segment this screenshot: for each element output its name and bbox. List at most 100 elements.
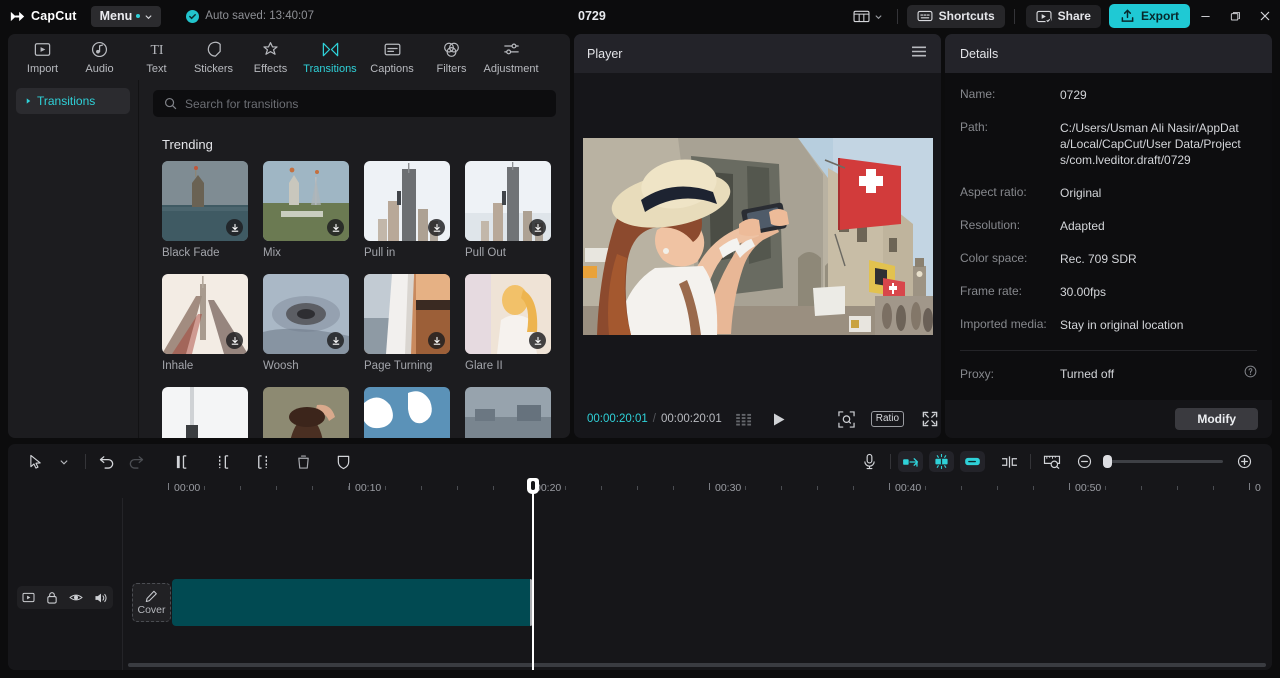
transition-item[interactable]: Pull Out (465, 161, 551, 259)
detail-value: Rec. 709 SDR (1060, 252, 1137, 266)
play-button[interactable] (772, 412, 786, 427)
transition-item[interactable] (162, 387, 248, 438)
search-input[interactable] (185, 96, 538, 111)
transition-thumbnail[interactable] (263, 274, 349, 354)
transition-item[interactable]: Woosh (263, 274, 349, 372)
track-lock-toggle[interactable] (46, 591, 58, 604)
transition-thumbnail[interactable] (465, 161, 551, 241)
category-import[interactable]: Import (14, 35, 71, 79)
timeline-horizontal-scrollbar[interactable] (128, 663, 1266, 667)
undo-button[interactable] (93, 449, 121, 475)
transition-item[interactable]: Page Turning (364, 274, 450, 372)
video-clip[interactable] (172, 579, 533, 626)
download-icon[interactable] (529, 219, 546, 236)
track-thumbnail-toggle[interactable] (22, 592, 35, 603)
sidebar-item-transitions[interactable]: Transitions (16, 88, 130, 114)
track-mute-toggle[interactable] (94, 592, 108, 604)
search-bar[interactable] (153, 90, 556, 117)
download-icon[interactable] (327, 332, 344, 349)
transition-thumbnail[interactable] (263, 387, 349, 438)
transition-thumbnail[interactable] (465, 274, 551, 354)
split-icon (219, 454, 229, 469)
download-icon[interactable] (226, 332, 243, 349)
playhead-handle[interactable] (527, 478, 539, 494)
zoom-in-button[interactable] (1230, 449, 1258, 475)
category-audio[interactable]: Audio (71, 35, 128, 79)
fullscreen-button[interactable] (922, 411, 938, 427)
category-stickers[interactable]: Stickers (185, 35, 242, 79)
transition-item[interactable] (465, 387, 551, 438)
proxy-help-button[interactable] (1244, 365, 1257, 383)
export-button[interactable]: Export (1108, 4, 1190, 28)
trim-right-button[interactable] (249, 449, 277, 475)
timeline-ruler[interactable]: 00:00 00:10 00:20 00:30 00:40 00:50 0 (8, 479, 1272, 498)
detail-row-name: Name: 0729 (960, 87, 1257, 103)
zoom-slider[interactable] (1103, 455, 1223, 468)
chevron-down-icon (875, 14, 882, 19)
layout-button[interactable] (848, 6, 888, 26)
transition-item[interactable] (364, 387, 450, 438)
download-icon[interactable] (327, 219, 344, 236)
preview-button[interactable] (1038, 449, 1066, 475)
split-clip-icon (1001, 455, 1017, 468)
transition-thumbnail[interactable] (162, 161, 248, 241)
download-icon[interactable] (529, 332, 546, 349)
speed-button[interactable] (960, 451, 985, 472)
mirror-button[interactable] (898, 451, 923, 472)
category-filters[interactable]: Filters (423, 35, 480, 79)
video-preview[interactable] (582, 138, 933, 335)
frames-button[interactable] (735, 413, 754, 426)
download-icon[interactable] (428, 332, 445, 349)
trim-left-button[interactable] (169, 449, 197, 475)
transition-item[interactable] (263, 387, 349, 438)
transition-thumbnail[interactable] (465, 387, 551, 438)
close-button[interactable] (1250, 0, 1280, 32)
transition-thumbnail[interactable] (162, 387, 248, 438)
freeze-button[interactable] (329, 449, 357, 475)
split-clip-button[interactable] (995, 449, 1023, 475)
player-menu-button[interactable] (911, 45, 927, 63)
minimize-button[interactable] (1190, 0, 1220, 32)
share-button[interactable]: Share (1025, 4, 1101, 28)
transition-thumbnail[interactable] (364, 274, 450, 354)
select-tool[interactable] (22, 449, 50, 475)
transition-label: Inhale (162, 360, 194, 372)
mirror-icon (903, 457, 919, 467)
category-text[interactable]: TI Text (128, 35, 185, 79)
cover-button[interactable]: Cover (132, 583, 171, 622)
download-icon[interactable] (428, 219, 445, 236)
menu-button[interactable]: Menu (90, 5, 162, 27)
transition-item[interactable]: Mix (263, 161, 349, 259)
transition-item[interactable]: Glare II (465, 274, 551, 372)
library-category-bar: Import Audio TI Text Stickers Effects Tr… (8, 34, 570, 80)
track-visibility-toggle[interactable] (69, 592, 83, 603)
transition-thumbnail[interactable] (263, 161, 349, 241)
transition-thumbnail[interactable] (364, 161, 450, 241)
category-transitions[interactable]: Transitions (299, 35, 361, 79)
category-captions[interactable]: Captions (361, 35, 423, 79)
shortcuts-button[interactable]: Shortcuts (906, 4, 1005, 28)
delete-button[interactable] (289, 449, 317, 475)
transition-item[interactable]: Pull in (364, 161, 450, 259)
zoom-fit-button[interactable] (838, 410, 855, 428)
category-adjustment[interactable]: Adjustment (480, 35, 542, 79)
split-button[interactable] (209, 449, 237, 475)
transition-thumbnail[interactable] (364, 387, 450, 438)
download-icon[interactable] (226, 219, 243, 236)
category-effects[interactable]: Effects (242, 35, 299, 79)
transition-thumbnail[interactable] (162, 274, 248, 354)
ratio-button[interactable]: Ratio (870, 411, 905, 427)
zoom-out-button[interactable] (1070, 449, 1098, 475)
modify-button[interactable]: Modify (1175, 408, 1258, 430)
detail-row-proxy: Proxy: Turned off (960, 365, 1257, 383)
zoom-slider-knob[interactable] (1103, 455, 1112, 468)
transition-item[interactable]: Black Fade (162, 161, 248, 259)
detail-label: Color space: (960, 251, 1028, 265)
record-voiceover-button[interactable] (855, 449, 883, 475)
playhead[interactable] (527, 478, 539, 670)
auto-cut-button[interactable] (929, 451, 954, 472)
select-tool-dropdown[interactable] (50, 449, 78, 475)
transition-item[interactable]: Inhale (162, 274, 248, 372)
maximize-button[interactable] (1220, 0, 1250, 32)
redo-button[interactable] (121, 449, 149, 475)
